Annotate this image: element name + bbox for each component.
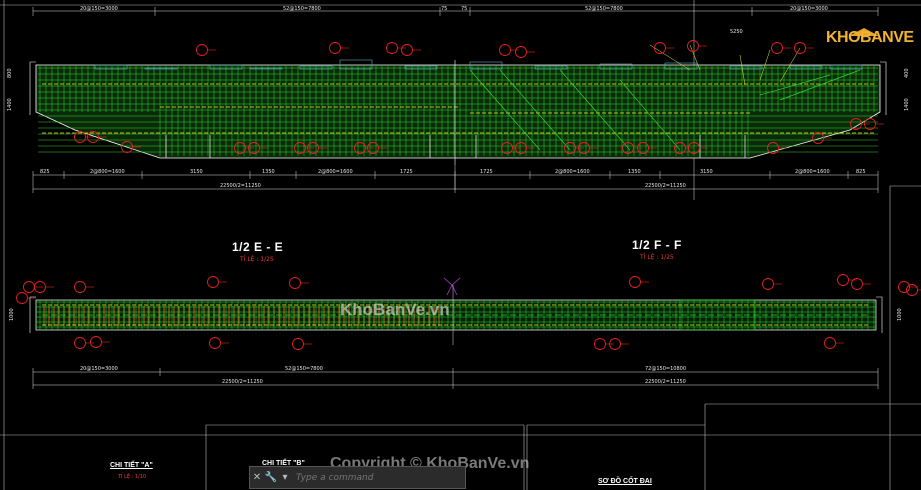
dim-side-l1: 800 (7, 68, 13, 78)
dim-bot-side-l: 1000 (9, 308, 15, 321)
dim-mid-right: 3150 (700, 169, 713, 175)
upper-section: 20@150=3000 52@150=7800 75 75 52@150=780… (7, 6, 910, 193)
callout-bubble (594, 338, 606, 350)
dim-mid-left: 1725 (400, 169, 413, 175)
dim-mid-right: 1350 (628, 169, 641, 175)
dim-mid-left: 1350 (262, 169, 275, 175)
command-line-bar: ✕ 🔧 ▾ (249, 466, 466, 489)
dim-mid-left: 2@800=1600 (90, 169, 125, 175)
dim-mid-left: 825 (40, 169, 50, 175)
callout-bubble (196, 44, 208, 56)
callout-bubble (16, 292, 28, 304)
dim-mid-total-l: 22500/2=11250 (220, 183, 261, 189)
section-marker-icon (443, 277, 461, 296)
dim-mid-right: 825 (856, 169, 866, 175)
callout-bubble (74, 281, 86, 293)
dim-top-left-a: 20@150=3000 (80, 6, 118, 12)
dim-side-r1: 400 (904, 68, 910, 78)
dim-mid-right: 2@800=1600 (795, 169, 830, 175)
command-input[interactable] (292, 469, 465, 486)
callout-bubble (499, 44, 511, 56)
callout-bubble (837, 274, 849, 286)
dim-top-left-b: 52@150=7800 (283, 6, 321, 12)
sodo-cot-dai-title: SƠ ĐỒ CỐT ĐAI (598, 478, 652, 485)
callout-bubble (289, 277, 301, 289)
dim-top-right-a: 52@150=7800 (585, 6, 623, 12)
dim-mid-right: 1725 (480, 169, 493, 175)
recent-commands-icon[interactable]: ▾ (278, 472, 292, 483)
section-f-title: 1/2 F - F (632, 238, 682, 252)
lower-section: 1000 1000 20@150=3000 52@150=7800 72@150… (9, 277, 903, 389)
watermark-center: KhoBanVe.vn (340, 300, 450, 319)
dim-bot-total-l: 22500/2=11250 (222, 379, 263, 385)
callout-bubble (771, 42, 783, 54)
dim-bot-total-r: 22500/2=11250 (645, 379, 686, 385)
dim-mid-right: 2@800=1600 (555, 169, 590, 175)
callout-bubble (687, 40, 699, 52)
detail-a-scale: TỈ LỆ : 1/10 (118, 474, 147, 480)
wrench-icon[interactable]: 🔧 (264, 472, 278, 483)
callout-bubble (209, 337, 221, 349)
section-f-scale: TỈ LỆ : 1/25 (640, 254, 674, 261)
dim-top-mid-r: 75 (461, 6, 467, 12)
dim-mid-left: 3150 (190, 169, 203, 175)
dim-mid-total-r: 22500/2=11250 (645, 183, 686, 189)
callout-bubble (654, 42, 666, 54)
callout-bubble (292, 338, 304, 350)
callout-bubble (515, 46, 527, 58)
callout-bubble (329, 42, 341, 54)
logo-text: KHOBANVE (826, 29, 914, 46)
callout-bubble (23, 281, 35, 293)
callout-bubble (386, 42, 398, 54)
dim-bot-left-b: 52@150=7800 (285, 366, 323, 372)
dim-bot-left-a: 20@150=3000 (80, 366, 118, 372)
dim-side-l2: 1400 (7, 98, 13, 111)
section-e-scale: TỈ LỆ : 1/25 (240, 256, 274, 263)
section-e-title: 1/2 E - E (232, 240, 284, 254)
callout-bubble (762, 278, 774, 290)
dim-right-5250: 5250 (730, 29, 743, 35)
callout-bubble (629, 276, 641, 288)
dim-mid-left: 2@800=1600 (318, 169, 353, 175)
callout-bubble (207, 276, 219, 288)
close-icon[interactable]: ✕ (250, 472, 264, 483)
callout-bubble (401, 44, 413, 56)
dim-bot-side-r: 1000 (897, 308, 903, 321)
callout-bubble (74, 337, 86, 349)
callout-bubble (824, 337, 836, 349)
detail-a-title: CHI TIẾT "A" (110, 462, 153, 469)
cad-drawing-canvas[interactable]: 20@150=3000 52@150=7800 75 75 52@150=780… (0, 0, 921, 490)
dim-bot-right-a: 72@150=10800 (645, 366, 686, 372)
dim-top-right-b: 20@150=3000 (790, 6, 828, 12)
callout-bubble (90, 336, 102, 348)
dim-top-mid-l: 75 (441, 6, 447, 12)
dim-side-r2: 1400 (904, 98, 910, 111)
